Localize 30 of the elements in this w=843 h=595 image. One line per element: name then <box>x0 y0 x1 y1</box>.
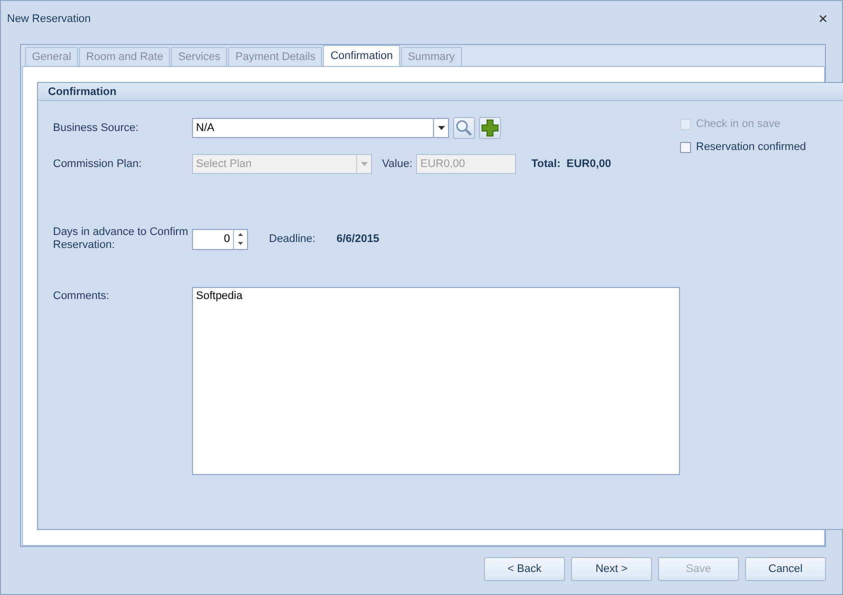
spin-field[interactable]: 0 <box>192 228 248 250</box>
field-label: Business Source: <box>53 122 140 134</box>
checkbox-label: Reservation confirmed <box>696 141 806 153</box>
checkbox[interactable] <box>680 142 691 152</box>
dropdown-arrow-icon <box>438 126 444 130</box>
search-button[interactable] <box>453 117 475 139</box>
dialog-button[interactable]: < Back <box>484 557 565 581</box>
checkbox-label: Check in on save <box>696 118 780 130</box>
add-button[interactable] <box>479 117 501 139</box>
field-label: Commission Plan: <box>53 158 143 170</box>
dialog-button[interactable]: Cancel <box>745 557 826 581</box>
window-title: New Reservation <box>7 13 91 25</box>
spin-up-icon <box>238 232 243 236</box>
total-value: EUR0,00 <box>566 158 612 170</box>
group-title: Confirmation <box>38 83 843 101</box>
comments-field[interactable]: Softpedia <box>192 287 680 475</box>
field-label: Comments: <box>53 290 110 303</box>
deadline-value: 6/6/2015 <box>336 233 380 245</box>
field-label: Days in advance to Confirm Reservation: <box>53 226 190 252</box>
tab[interactable]: Confirmation <box>323 45 400 66</box>
dropdown-arrow-icon <box>360 162 368 166</box>
dialog-button[interactable]: Next > <box>571 557 652 581</box>
spin-down-icon <box>238 242 243 246</box>
deadline-label: Deadline: <box>269 233 316 245</box>
close-button[interactable]: ✕ <box>818 12 828 26</box>
plus-icon <box>481 119 499 137</box>
combo-field[interactable]: N/A <box>192 118 449 138</box>
search-icon <box>455 119 473 137</box>
field-label: Value: <box>382 158 412 170</box>
total-label: Total: <box>531 158 560 170</box>
